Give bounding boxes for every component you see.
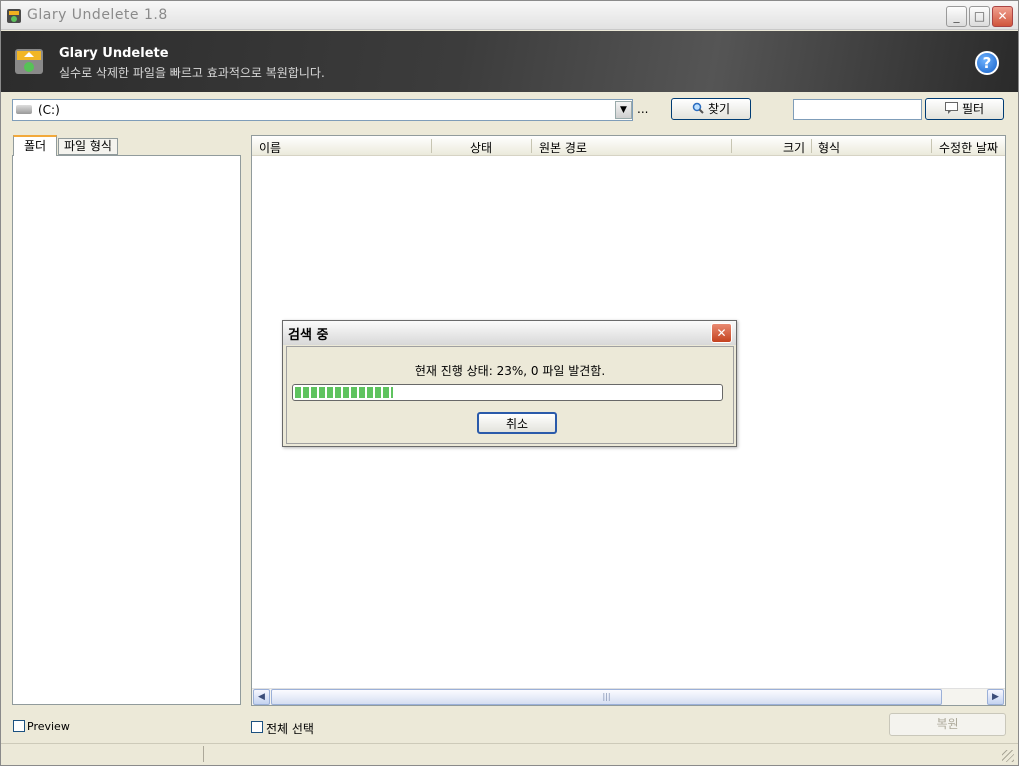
filter-button-label: 필터 (961, 102, 985, 116)
cancel-button[interactable]: 취소 (477, 412, 557, 434)
dialog-close-icon[interactable]: ✕ (711, 323, 732, 343)
filter-input[interactable] (793, 99, 922, 120)
folder-tree-panel[interactable] (12, 155, 241, 705)
app-logo-icon (13, 45, 45, 77)
select-all-label: 전체 선택 (266, 722, 314, 736)
dialog-title: 검색 중 (288, 328, 329, 343)
drive-select[interactable] (12, 99, 633, 121)
column-divider[interactable] (931, 139, 932, 153)
filter-button[interactable]: 필터 (925, 98, 1004, 120)
close-button[interactable]: ✕ (992, 6, 1013, 27)
find-button-label: 찾기 (707, 102, 731, 116)
column-header-size[interactable]: 크기 (783, 139, 805, 156)
drive-icon (16, 105, 32, 114)
select-all-checkbox[interactable] (251, 721, 263, 733)
find-button[interactable]: 찾기 (671, 98, 751, 120)
progress-status-text: 현재 진행 상태: 23%, 0 파일 발견함. (414, 364, 606, 378)
banner-subtitle: 실수로 삭제한 파일을 빠르고 효과적으로 복원합니다. (59, 66, 325, 80)
status-divider (203, 746, 204, 762)
column-header-name[interactable]: 이름 (259, 139, 281, 156)
search-icon (692, 100, 704, 114)
window-title: Glary Undelete 1.8 (27, 7, 168, 23)
drive-select-value: (C:) (38, 103, 60, 117)
column-divider[interactable] (431, 139, 432, 153)
filter-icon (944, 100, 958, 114)
status-bar (1, 743, 1018, 765)
dialog-title-bar[interactable] (283, 321, 736, 345)
minimize-button[interactable]: _ (946, 6, 967, 27)
preview-label: Preview (27, 720, 70, 733)
scroll-left-icon[interactable]: ◀ (253, 689, 270, 705)
scroll-right-icon[interactable]: ▶ (987, 689, 1004, 705)
column-header-status[interactable]: 상태 (470, 139, 492, 156)
preview-checkbox[interactable] (13, 720, 25, 732)
list-header (252, 136, 1005, 156)
help-icon[interactable]: ? (975, 51, 999, 75)
column-divider[interactable] (531, 139, 532, 153)
restore-button[interactable]: 복원 (889, 713, 1006, 736)
column-divider[interactable] (811, 139, 812, 153)
browse-ellipsis-button[interactable]: ... (637, 102, 648, 116)
column-header-modified-date[interactable]: 수정한 날짜 (939, 139, 1003, 156)
tab-file-type[interactable]: 파일 형식 (58, 138, 118, 155)
app-icon (6, 8, 22, 24)
column-header-original-path[interactable]: 원본 경로 (539, 139, 587, 156)
chevron-down-icon[interactable]: ▼ (615, 101, 632, 119)
column-divider[interactable] (731, 139, 732, 153)
tab-folder[interactable]: 폴더 (13, 135, 57, 156)
resize-grip-icon[interactable] (1002, 750, 1014, 762)
banner-title: Glary Undelete (59, 46, 169, 61)
column-header-type[interactable]: 형식 (818, 139, 840, 156)
header-banner (1, 31, 1018, 92)
scrollbar-thumb[interactable]: ||| (271, 689, 942, 705)
progress-bar-fill (295, 387, 393, 398)
maximize-button[interactable]: □ (969, 6, 990, 27)
